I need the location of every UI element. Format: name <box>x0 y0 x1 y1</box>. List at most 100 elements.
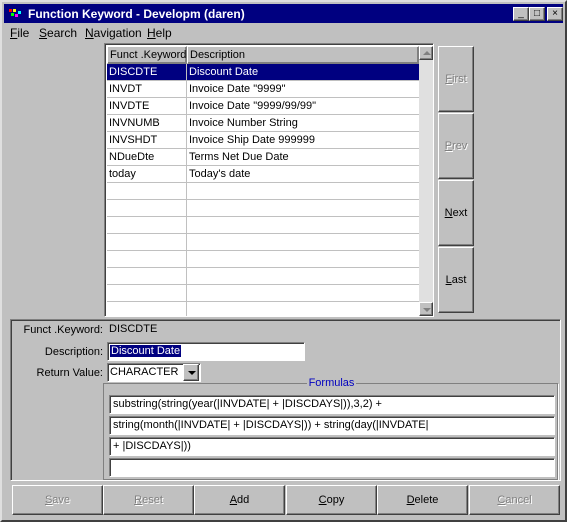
add-accel: A <box>229 494 238 506</box>
table-row[interactable] <box>107 200 419 217</box>
cell-keyword: INVDT <box>107 81 187 98</box>
formula-line-3[interactable]: + |DISCDAYS|)) <box>109 437 555 456</box>
cell-keyword <box>107 302 187 316</box>
reset-button[interactable]: Reset <box>103 485 194 515</box>
cell-keyword: INVDTE <box>107 98 187 115</box>
table-row[interactable]: INVDT Invoice Date "9999" <box>107 81 419 98</box>
table-row[interactable] <box>107 234 419 251</box>
cell-description: Discount Date <box>189 66 259 78</box>
grid-header: Funct .Keyword Description <box>107 46 419 64</box>
delete-accel: D <box>406 494 415 506</box>
app-window: Function Keyword - Developm (daren) _ □ … <box>0 0 567 522</box>
menu-file-label: ile <box>17 26 30 40</box>
table-row[interactable] <box>107 183 419 200</box>
cell-keyword <box>107 251 187 268</box>
cancel-button[interactable]: Cancel <box>469 485 560 515</box>
cell-description <box>187 268 419 285</box>
record-navigation: First Prev Next Last <box>438 46 474 314</box>
cell-description: Today's date <box>189 168 251 180</box>
cell-keyword: DISCDTE <box>107 64 187 81</box>
title-bar[interactable]: Function Keyword - Developm (daren) _ □ … <box>4 4 563 23</box>
copy-button[interactable]: Copy <box>286 485 377 515</box>
menu-file[interactable]: File <box>10 26 29 40</box>
keyword-label: Funct .Keyword: <box>23 324 103 336</box>
copy-accel: C <box>318 494 327 506</box>
description-label: Description: <box>44 346 103 358</box>
table-row[interactable]: INVSHDT Invoice Ship Date 999999 <box>107 132 419 149</box>
cell-description <box>187 183 419 200</box>
table-row[interactable] <box>107 268 419 285</box>
cell-keyword: NDueDte <box>107 149 187 166</box>
cell-description <box>187 217 419 234</box>
menu-help-label: elp <box>155 26 172 40</box>
cell-description <box>187 234 419 251</box>
table-row[interactable]: today Today's date <box>107 166 419 183</box>
cell-description <box>187 285 419 302</box>
cell-keyword <box>107 183 187 200</box>
close-icon: × <box>552 8 558 19</box>
table-row[interactable]: INVNUMB Invoice Number String <box>107 115 419 132</box>
scroll-down-button[interactable] <box>419 302 433 316</box>
description-field[interactable]: Discount Date <box>107 342 305 361</box>
menu-help-accel: H <box>147 26 156 40</box>
prev-label: rev <box>452 140 468 152</box>
cell-keyword <box>107 268 187 285</box>
cell-keyword <box>107 217 187 234</box>
grid-body: DISCDTE Discount Date INVDT Invoice Date "9… <box>107 64 419 316</box>
next-accel: N <box>444 207 453 219</box>
scroll-up-button[interactable] <box>419 46 433 60</box>
menu-search[interactable]: Search <box>39 26 77 40</box>
table-row[interactable]: DISCDTE Discount Date <box>107 64 419 81</box>
delete-label: elete <box>414 494 439 506</box>
window-title: Function Keyword - Developm (daren) <box>28 7 245 21</box>
cell-description: Invoice Ship Date 999999 <box>189 134 315 146</box>
formula-line-2[interactable]: string(month(|INVDATE| + |DISCDAYS|)) + … <box>109 416 555 435</box>
chevron-down-icon <box>188 371 196 375</box>
formulas-group: Formulas substring(string(year(|INVDATE|… <box>103 377 558 480</box>
first-button[interactable]: First <box>438 46 474 112</box>
add-button[interactable]: Add <box>194 485 285 515</box>
keyword-grid: Funct .Keyword Description DISCDTE Discou… <box>104 43 434 317</box>
cell-keyword: INVSHDT <box>107 132 187 149</box>
formula-line-1[interactable]: substring(string(year(|INVDATE| + |DISCD… <box>109 395 555 414</box>
prev-button[interactable]: Prev <box>438 113 474 179</box>
cell-description: Terms Net Due Date <box>189 151 289 163</box>
menu-navigation[interactable]: Navigation <box>85 26 142 40</box>
menu-navigation-accel: N <box>85 26 94 40</box>
app-icon <box>8 7 22 20</box>
table-row[interactable]: INVDTE Invoice Date "9999/99/99" <box>107 98 419 115</box>
table-row[interactable] <box>107 217 419 234</box>
table-row[interactable] <box>107 285 419 302</box>
menu-help[interactable]: Help <box>147 26 172 40</box>
cell-description <box>187 302 419 316</box>
table-row[interactable] <box>107 302 419 316</box>
close-button[interactable]: × <box>547 7 563 21</box>
detail-panel: Funct .Keyword: DISCDTE Description: Dis… <box>10 319 561 481</box>
description-value: Discount Date <box>110 345 182 357</box>
maximize-button[interactable]: □ <box>529 7 545 21</box>
cell-keyword <box>107 285 187 302</box>
return-value-label: Return Value: <box>36 367 103 379</box>
column-header-description[interactable]: Description <box>187 46 419 64</box>
next-label: ext <box>452 207 468 219</box>
cell-description: Invoice Number String <box>189 117 298 129</box>
menu-bar: File Search Navigation Help <box>4 24 563 42</box>
column-header-keyword[interactable]: Funct .Keyword <box>107 46 187 64</box>
formulas-group-title: Formulas <box>104 377 559 389</box>
last-button[interactable]: Last <box>438 247 474 313</box>
menu-navigation-label: avigation <box>93 26 142 40</box>
table-row[interactable] <box>107 251 419 268</box>
grid-scrollbar[interactable] <box>419 46 433 316</box>
next-button[interactable]: Next <box>438 180 474 246</box>
last-label: ast <box>451 274 467 286</box>
copy-label: opy <box>326 494 345 506</box>
save-button[interactable]: Save <box>12 485 103 515</box>
add-label: dd <box>237 494 250 506</box>
delete-button[interactable]: Delete <box>377 485 468 515</box>
arrow-up-icon <box>423 51 431 55</box>
formula-line-4[interactable] <box>109 458 555 477</box>
menu-search-label: earch <box>47 26 78 40</box>
table-row[interactable]: NDueDte Terms Net Due Date <box>107 149 419 166</box>
save-label: ave <box>52 494 71 506</box>
minimize-button[interactable]: _ <box>513 7 529 21</box>
